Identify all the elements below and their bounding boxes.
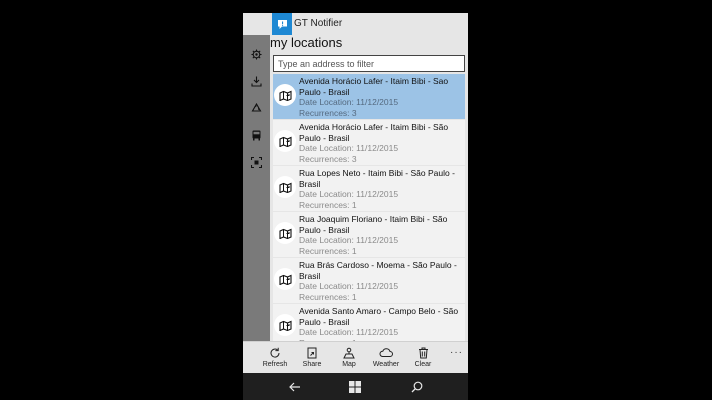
location-address: Rua Lopes Neto - Itaim Bibi - São Paulo … — [299, 168, 455, 189]
title-bar: GT Notifier — [243, 13, 468, 35]
nav-rail — [243, 13, 270, 341]
location-text: Avenida Horácio Lafer - Itaim Bibi - Sao… — [299, 76, 465, 118]
refresh-button[interactable]: Refresh — [258, 346, 292, 368]
recycle-icon[interactable] — [250, 102, 263, 115]
back-arrow-icon[interactable] — [288, 380, 302, 394]
command-bar: Refresh Share Map Weather Clear ··· — [243, 341, 468, 373]
location-date: Date Location: 11/12/2015 — [299, 143, 399, 153]
location-date: Date Location: 11/12/2015 — [299, 189, 399, 199]
location-item[interactable]: Rua Lopes Neto - Itaim Bibi - São Paulo … — [273, 166, 465, 212]
location-text: Avenida Horácio Lafer - Itaim Bibi - São… — [299, 122, 465, 164]
content-panel: Avenida Horácio Lafer - Itaim Bibi - Sao… — [270, 51, 468, 341]
clear-label: Clear — [414, 361, 432, 368]
location-address: Rua Brás Cardoso - Moema - São Paulo - B… — [299, 260, 457, 281]
share-button[interactable]: Share — [295, 346, 329, 368]
location-address: Avenida Santo Amaro - Campo Belo - São P… — [299, 306, 459, 327]
app-logo-icon — [272, 13, 292, 35]
gear-icon[interactable] — [250, 48, 263, 61]
location-item[interactable]: Rua Joaquim Floriano - Itaim Bibi - São … — [273, 212, 465, 258]
cloud-icon — [369, 346, 403, 360]
location-address: Avenida Horácio Lafer - Itaim Bibi - São… — [299, 122, 449, 143]
location-item[interactable]: Rua Brás Cardoso - Moema - São Paulo - B… — [273, 258, 465, 304]
location-address: Rua Joaquim Floriano - Itaim Bibi - São … — [299, 214, 448, 235]
filter-input[interactable] — [273, 55, 465, 72]
location-item[interactable]: Avenida Santo Amaro - Campo Belo - São P… — [273, 304, 465, 341]
location-item[interactable]: Avenida Horácio Lafer - Itaim Bibi - Sao… — [273, 74, 465, 120]
map-icon — [332, 346, 366, 360]
page-title: my locations — [270, 35, 343, 50]
scan-icon[interactable] — [250, 156, 263, 169]
refresh-label: Refresh — [262, 361, 288, 368]
search-icon[interactable] — [410, 380, 424, 394]
location-item[interactable]: Avenida Horácio Lafer - Itaim Bibi - São… — [273, 120, 465, 166]
location-date: Date Location: 11/12/2015 — [299, 235, 399, 245]
location-text: Rua Joaquim Floriano - Itaim Bibi - São … — [299, 214, 465, 256]
location-recurrences: Recurrences: 3 — [299, 107, 357, 118]
map-icon — [274, 176, 296, 198]
bus-icon[interactable] — [250, 129, 263, 142]
location-recurrences: Recurrences: 3 — [299, 153, 357, 164]
locations-list[interactable]: Avenida Horácio Lafer - Itaim Bibi - Sao… — [273, 74, 465, 341]
location-text: Avenida Santo Amaro - Campo Belo - São P… — [299, 306, 465, 341]
weather-button[interactable]: Weather — [369, 346, 403, 368]
app-title: GT Notifier — [294, 18, 343, 29]
refresh-icon — [258, 346, 292, 360]
clear-button[interactable]: Clear — [406, 346, 440, 368]
map-icon — [274, 268, 296, 290]
map-icon — [274, 84, 296, 106]
more-button[interactable]: ··· — [450, 347, 463, 358]
app-window: GT Notifier my locations Avenida Horácio… — [243, 13, 468, 400]
location-date: Date Location: 11/12/2015 — [299, 97, 399, 107]
windows-start-icon[interactable] — [348, 380, 362, 394]
map-icon — [274, 314, 296, 336]
map-button[interactable]: Map — [332, 346, 366, 368]
location-text: Rua Brás Cardoso - Moema - São Paulo - B… — [299, 260, 465, 302]
location-recurrences: Recurrences: 1 — [299, 245, 357, 256]
location-recurrences: Recurrences: 1 — [299, 199, 357, 210]
location-recurrences: Recurrences: 1 — [299, 291, 357, 302]
map-label: Map — [342, 361, 356, 368]
share-icon — [295, 346, 329, 360]
location-date: Date Location: 11/12/2015 — [299, 327, 399, 337]
trash-icon — [406, 346, 440, 360]
map-icon — [274, 222, 296, 244]
location-date: Date Location: 11/12/2015 — [299, 281, 399, 291]
weather-label: Weather — [372, 361, 400, 368]
system-nav-bar — [243, 373, 468, 400]
share-label: Share — [302, 361, 322, 368]
location-text: Rua Lopes Neto - Itaim Bibi - São Paulo … — [299, 168, 465, 210]
map-icon — [274, 130, 296, 152]
download-icon[interactable] — [250, 75, 263, 88]
location-address: Avenida Horácio Lafer - Itaim Bibi - Sao… — [299, 76, 449, 97]
